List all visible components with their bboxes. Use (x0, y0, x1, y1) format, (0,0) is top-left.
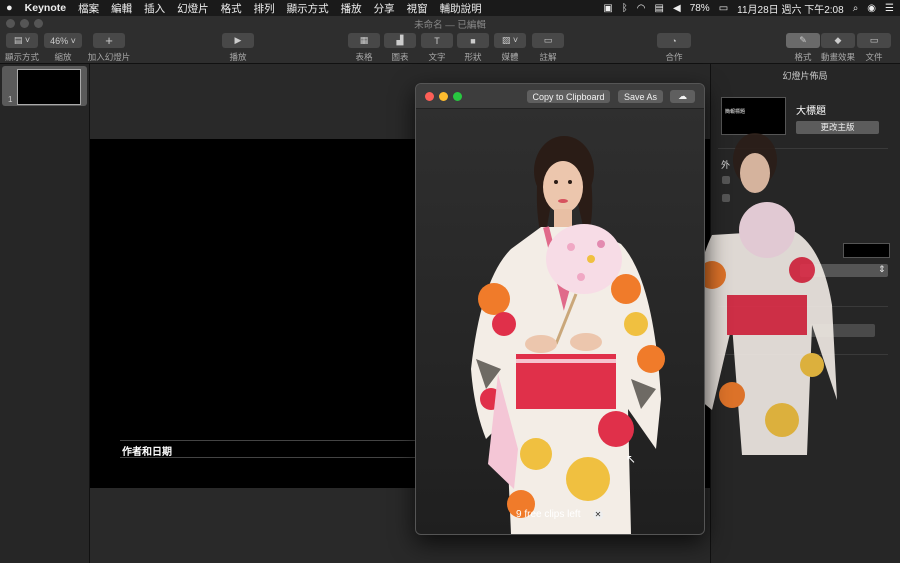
chart-icon: ▟ (396, 35, 404, 45)
sidebar-icon: ▤ ˅ (13, 35, 31, 45)
animate-icon: ◆ (834, 35, 842, 45)
add-slide-label: 加入幻燈片 (87, 52, 131, 62)
shape-button[interactable]: ■ (457, 33, 489, 48)
slide-number: 1 (8, 95, 13, 104)
animate-label: 動畫效果 (820, 52, 855, 62)
collaborate-icon: ◔ (671, 35, 677, 46)
clip-preview (416, 109, 704, 534)
status-area: ▣ ᛒ ◠ ▤ ◀ 78% ▭ 11月28日 週六 下午2:08 ⌕ ◉ ☰ (603, 0, 894, 16)
menu-play[interactable]: 播放 (335, 1, 368, 16)
play-label: 播放 (229, 52, 247, 62)
battery-icon[interactable]: ▭ (719, 3, 728, 14)
toolbar: ▤ ˅ 顯示方式 46% ˅ 縮放 + 加入幻燈片 ▶ 播放 ▦ 表格 ▟ 圖表… (0, 31, 900, 64)
updown-chevron-icon: ⇕ (878, 264, 886, 274)
slide-thumbnail[interactable] (17, 69, 81, 105)
menu-format[interactable]: 格式 (215, 1, 248, 16)
layout-thumbnail-text: 簡報標題 (725, 109, 746, 115)
play-icon: ▶ (234, 35, 242, 45)
zoom-label: 縮放 (54, 52, 72, 62)
document-title: 未命名 — 已編輯 (414, 20, 486, 31)
media-icon: ▨ ˅ (501, 35, 519, 45)
clip-app-window: Copy to Clipboard Save As ☁ 9 free clips… (415, 83, 705, 535)
spotlight-icon[interactable]: ⌕ (853, 3, 859, 14)
play-button[interactable]: ▶ (222, 33, 254, 48)
clip-close-button[interactable] (425, 92, 434, 101)
add-slide-button[interactable]: + (93, 33, 125, 48)
cloud-upload-icon: ☁ (678, 91, 687, 101)
kimono-cutout-image (471, 136, 665, 534)
clip-minimize-button[interactable] (439, 92, 448, 101)
table-button[interactable]: ▦ (348, 33, 380, 48)
media-button[interactable]: ▨ ˅ (494, 33, 526, 48)
siri-icon[interactable]: ◉ (867, 3, 876, 14)
zoom-select[interactable]: 46% ˅ (44, 33, 82, 48)
close-circle-icon[interactable]: ✕ (593, 510, 603, 520)
menu-bar: ● Keynote 檔案 編輯 插入 幻燈片 格式 排列 顯示方式 播放 分享 … (0, 0, 900, 16)
clip-zoom-button[interactable] (453, 92, 462, 101)
battery-percent[interactable]: 78% (690, 3, 710, 14)
shape-label: 形狀 (464, 52, 482, 62)
save-as-button[interactable]: Save As (618, 90, 663, 103)
comment-label: 註解 (539, 52, 557, 62)
color-well[interactable] (843, 243, 890, 258)
bluetooth-icon[interactable]: ᛒ (622, 3, 628, 14)
table-label: 表格 (355, 52, 373, 62)
menu-window[interactable]: 視窗 (401, 1, 434, 16)
chart-label: 圖表 (391, 52, 409, 62)
flag-input-icon[interactable]: ▤ (655, 3, 664, 14)
menu-slide[interactable]: 幻燈片 (171, 1, 215, 16)
comment-icon: ▭ (543, 35, 553, 45)
menu-view[interactable]: 顯示方式 (281, 1, 335, 16)
cursor-icon: ↖ (626, 452, 637, 466)
document-button[interactable]: ▭ (857, 33, 891, 48)
clock[interactable]: 11月28日 週六 下午2:08 (737, 1, 844, 16)
document-label: 文件 (865, 52, 883, 62)
upload-button[interactable]: ☁ (670, 90, 695, 103)
notification-center-icon[interactable]: ☰ (885, 3, 894, 14)
author-date-placeholder[interactable]: 作者和日期 (122, 443, 172, 458)
menu-arrange[interactable]: 排列 (248, 1, 281, 16)
animate-button[interactable]: ◆ (821, 33, 855, 48)
format-label: 格式 (794, 52, 812, 62)
chevron-down-icon: ˅ (68, 35, 76, 46)
view-button[interactable]: ▤ ˅ (6, 33, 38, 48)
menu-file[interactable]: 檔案 (72, 1, 105, 16)
menu-edit[interactable]: 編輯 (105, 1, 138, 16)
text-icon: T (434, 35, 440, 46)
paintbrush-icon: ✎ (799, 35, 807, 45)
menu-share[interactable]: 分享 (368, 1, 401, 16)
wifi-icon[interactable]: ◠ (637, 3, 646, 14)
comment-button[interactable]: ▭ (532, 33, 564, 48)
free-clips-counter: 9 free clips left (516, 509, 581, 520)
view-label: 顯示方式 (4, 52, 39, 62)
text-label: 文字 (428, 52, 446, 62)
plus-icon: + (105, 33, 113, 48)
copy-to-clipboard-button[interactable]: Copy to Clipboard (527, 90, 610, 103)
collaborate-button[interactable]: ◔ (657, 33, 691, 48)
shape-icon: ■ (470, 35, 476, 46)
menu-keynote[interactable]: Keynote (19, 2, 72, 14)
menu-help[interactable]: 輔助說明 (434, 1, 488, 16)
format-button[interactable]: ✎ (786, 33, 820, 48)
inspector-title: 幻燈片佈局 (782, 71, 828, 81)
apple-menu-icon[interactable]: ● (0, 2, 19, 14)
layout-name: 大標題 (796, 106, 826, 117)
zoom-value: 46% (50, 35, 69, 46)
collaborate-label: 合作 (665, 52, 683, 62)
table-icon: ▦ (359, 35, 369, 45)
slide-navigator (0, 64, 90, 563)
screen-mirror-icon[interactable]: ▣ (603, 3, 612, 14)
menu-insert[interactable]: 插入 (138, 1, 171, 16)
chart-button[interactable]: ▟ (384, 33, 416, 48)
media-label: 媒體 (501, 52, 519, 62)
volume-icon[interactable]: ◀ (673, 3, 681, 14)
document-icon: ▭ (869, 35, 879, 45)
text-button[interactable]: T (421, 33, 453, 48)
